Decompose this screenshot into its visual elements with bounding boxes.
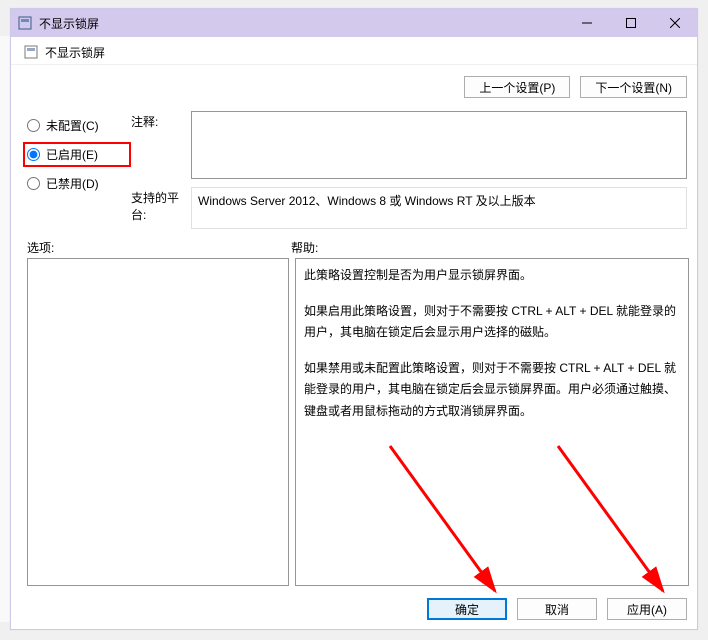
prev-setting-button[interactable]: 上一个设置(P) — [464, 76, 570, 98]
platforms-label: 支持的平台: — [131, 187, 191, 223]
window-controls — [565, 9, 697, 37]
radio-disabled-input[interactable] — [27, 177, 40, 190]
radio-enabled-label: 已启用(E) — [46, 146, 98, 163]
highlight-annotation: 已启用(E) — [23, 142, 131, 167]
nav-row: 上一个设置(P) 下一个设置(N) — [11, 65, 697, 103]
apply-button[interactable]: 应用(A) — [607, 598, 687, 620]
background-strip — [0, 36, 10, 622]
section-labels: 选项: 帮助: — [11, 229, 697, 258]
policy-header: 不显示锁屏 — [11, 37, 697, 65]
app-icon — [17, 15, 33, 31]
radio-disabled[interactable]: 已禁用(D) — [27, 175, 131, 192]
ok-button[interactable]: 确定 — [427, 598, 507, 620]
help-label: 帮助: — [291, 239, 687, 256]
platforms-box: Windows Server 2012、Windows 8 或 Windows … — [191, 187, 687, 229]
policy-title: 不显示锁屏 — [45, 44, 105, 61]
panels: 此策略设置控制是否为用户显示锁屏界面。 如果启用此策略设置，则对于不需要按 CT… — [11, 258, 697, 586]
options-label: 选项: — [27, 239, 291, 256]
help-box[interactable]: 此策略设置控制是否为用户显示锁屏界面。 如果启用此策略设置，则对于不需要按 CT… — [295, 258, 689, 586]
options-box[interactable] — [27, 258, 289, 586]
platforms-text: Windows Server 2012、Windows 8 或 Windows … — [198, 194, 536, 208]
dialog-footer: 确定 取消 应用(A) — [11, 586, 697, 620]
fields-grid: 注释: 支持的平台: Windows Server 2012、Windows 8… — [131, 111, 687, 229]
minimize-button[interactable] — [565, 9, 609, 37]
radio-enabled[interactable]: 已启用(E) — [27, 146, 98, 163]
help-paragraph: 如果禁用或未配置此策略设置，则对于不需要按 CTRL + ALT + DEL 就… — [304, 358, 680, 423]
titlebar[interactable]: 不显示锁屏 — [11, 9, 697, 37]
radio-not-configured[interactable]: 未配置(C) — [27, 117, 131, 134]
help-paragraph: 此策略设置控制是否为用户显示锁屏界面。 — [304, 265, 680, 287]
state-radio-group: 未配置(C) 已启用(E) 已禁用(D) — [27, 111, 131, 229]
radio-not-configured-input[interactable] — [27, 119, 40, 132]
next-setting-button[interactable]: 下一个设置(N) — [580, 76, 687, 98]
radio-disabled-label: 已禁用(D) — [46, 175, 99, 192]
config-and-fields: 未配置(C) 已启用(E) 已禁用(D) 注释: 支持的平台: Windows … — [11, 103, 697, 229]
policy-icon — [23, 44, 39, 60]
maximize-button[interactable] — [609, 9, 653, 37]
radio-not-configured-label: 未配置(C) — [46, 117, 99, 134]
close-button[interactable] — [653, 9, 697, 37]
comment-textarea[interactable] — [191, 111, 687, 179]
policy-window: 不显示锁屏 不显示锁屏 上一个设置(P) 下一个设置(N) 未配置(C) 已启用… — [10, 8, 698, 630]
cancel-button[interactable]: 取消 — [517, 598, 597, 620]
window-title: 不显示锁屏 — [39, 15, 565, 32]
help-paragraph: 如果启用此策略设置，则对于不需要按 CTRL + ALT + DEL 就能登录的… — [304, 301, 680, 344]
radio-enabled-input[interactable] — [27, 148, 40, 161]
comment-label: 注释: — [131, 111, 191, 130]
